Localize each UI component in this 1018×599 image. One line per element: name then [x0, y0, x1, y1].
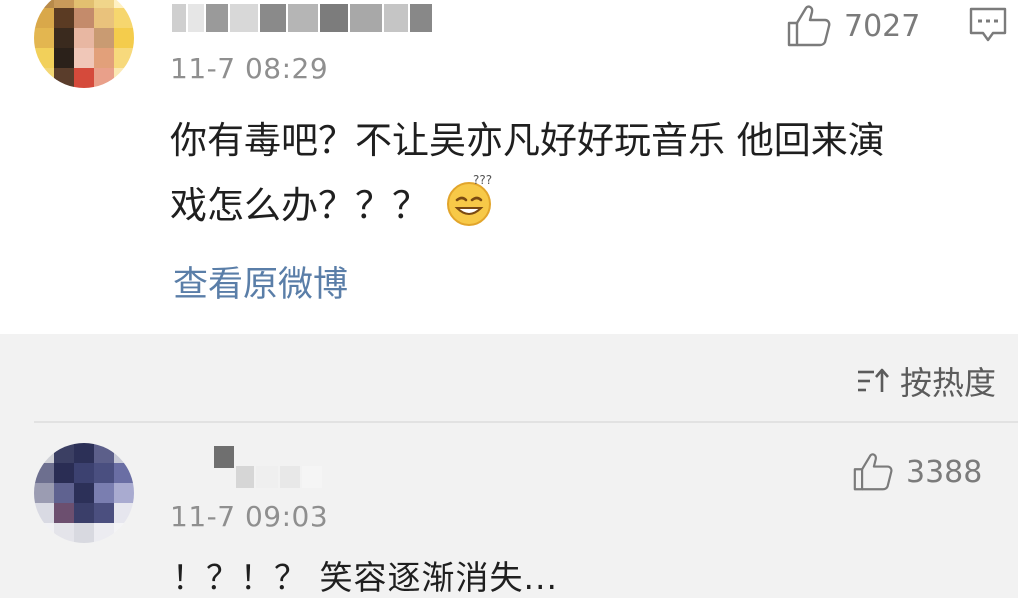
- comment-timestamp: 11-7 08:29: [170, 52, 329, 85]
- sort-by-hot-button[interactable]: 按热度: [856, 358, 996, 404]
- confused-grin-emoji-icon: ???: [443, 172, 499, 247]
- comment-text-line-2-text: 戏怎么办？？？: [170, 184, 429, 227]
- view-original-weibo-link[interactable]: 查看原微博: [173, 256, 348, 307]
- sort-icon: [857, 368, 889, 392]
- svg-text:???: ???: [473, 173, 492, 187]
- comment-text-line-2: 戏怎么办？？？ ???: [170, 172, 990, 247]
- thumbs-up-icon: [787, 5, 831, 47]
- like-button[interactable]: 7027: [786, 4, 920, 48]
- avatar[interactable]: [34, 443, 134, 543]
- like-count: 7027: [844, 8, 921, 44]
- comment-text-line-1: 你有毒吧？不让吴亦凡好好玩音乐 他回来演: [170, 119, 885, 162]
- like-button[interactable]: 3388: [852, 452, 982, 492]
- thumbs-up-icon: [853, 453, 893, 491]
- comment-text: 你有毒吧？不让吴亦凡好好玩音乐 他回来演 戏怎么办？？？ ???: [170, 110, 990, 247]
- username[interactable]: [214, 446, 322, 488]
- username[interactable]: [172, 4, 432, 32]
- divider: [34, 421, 1018, 423]
- reply-button[interactable]: [968, 6, 1008, 48]
- sort-label: 按热度: [899, 364, 996, 402]
- comment-text: ！？！？ 笑容逐渐消失...: [172, 558, 558, 597]
- comment-timestamp: 11-7 09:03: [170, 500, 329, 533]
- like-count: 3388: [906, 454, 983, 490]
- comment-icon: [969, 7, 1007, 42]
